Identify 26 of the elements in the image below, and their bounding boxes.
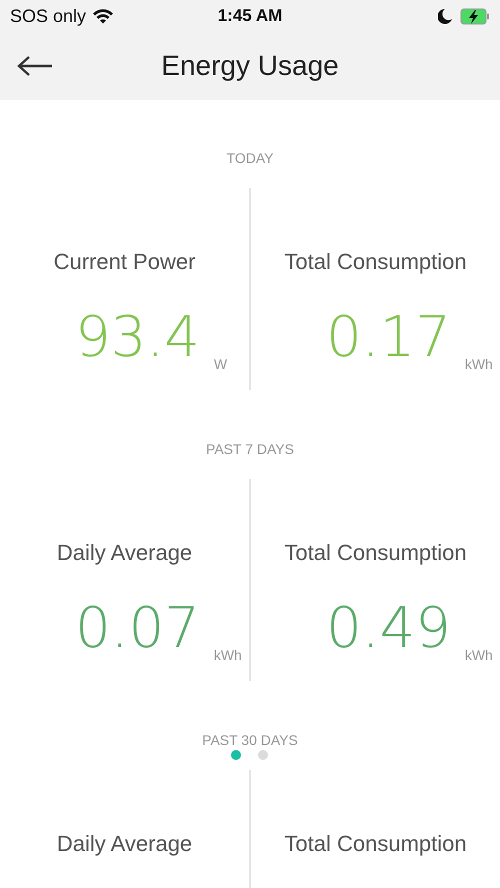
section-heading: PAST 30 DAYS [202, 732, 298, 748]
battery-charging-icon [460, 8, 490, 24]
stat-value: 0.07 [75, 597, 200, 661]
stat-value: 0.17 [326, 306, 451, 370]
section-heading: TODAY [226, 150, 274, 166]
stat-label: Total Consumption [284, 830, 467, 858]
unit-label: W [214, 356, 228, 372]
stat-label: Daily Average [56, 830, 192, 858]
unit-label: kWh [464, 647, 493, 663]
carrier-text: SOS only [10, 6, 86, 26]
clock-time: 1:45 AM [218, 6, 282, 25]
wifi-icon [92, 8, 114, 24]
stat-value: 0.49 [326, 597, 451, 661]
stat-value: 93.4 [75, 306, 200, 370]
page-dot[interactable] [258, 750, 268, 760]
stat-label: Total Consumption [284, 539, 467, 567]
back-arrow-icon [17, 55, 53, 77]
page-dot[interactable] [230, 750, 240, 760]
stat-label: Daily Average [56, 539, 192, 567]
unit-label: kWh [464, 356, 493, 372]
moon-icon [438, 8, 452, 24]
unit-label: kWh [214, 647, 242, 663]
stat-label: Total Consumption [284, 248, 467, 276]
screen-title: Energy Usage [161, 50, 339, 81]
section-heading: PAST 7 DAYS [206, 441, 294, 457]
stat-label: Current Power [54, 248, 196, 276]
